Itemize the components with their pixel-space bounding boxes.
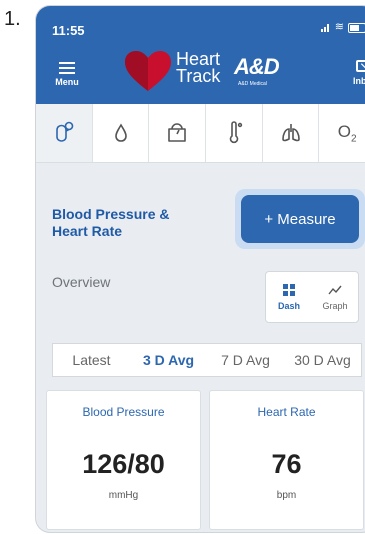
- app-header: 11:55 ≋ Menu Heart Track A&D A&D Medical…: [36, 6, 365, 104]
- logo-line2: Track: [176, 66, 221, 86]
- tab-3-day-avg[interactable]: 3 D Avg: [130, 344, 207, 376]
- partner-subtitle: A&D Medical: [238, 81, 267, 87]
- measurement-type-bar: O2: [36, 104, 365, 163]
- dashboard-icon: [283, 283, 295, 296]
- card-unit: bpm: [276, 490, 297, 501]
- phone-screen: 11:55 ≋ Menu Heart Track A&D A&D Medical…: [36, 6, 365, 532]
- period-tabs: Latest 3 D Avg 7 D Avg 30 D Avg: [52, 343, 362, 377]
- heart-rate-card[interactable]: Heart Rate 76 bpm: [209, 390, 364, 530]
- respiratory-tab[interactable]: [263, 104, 320, 162]
- battery-icon: [348, 22, 365, 33]
- lungs-icon: [281, 124, 300, 142]
- temperature-tab[interactable]: [206, 104, 263, 162]
- water-drop-icon: [114, 123, 127, 142]
- card-unit: mmHg: [108, 490, 139, 501]
- blood-pressure-card[interactable]: Blood Pressure 126/80 mmHg: [46, 390, 201, 530]
- blood-pressure-tab[interactable]: [36, 104, 93, 162]
- tab-30-day-avg[interactable]: 30 D Avg: [284, 344, 361, 376]
- partner-logo: A&D: [234, 54, 280, 79]
- dash-label: Dash: [277, 300, 300, 311]
- o2-icon: O2: [337, 121, 357, 145]
- inbox-button[interactable]: Inbox: [348, 60, 365, 86]
- envelope-icon: [356, 60, 365, 72]
- graph-label: Graph: [322, 300, 348, 311]
- oxygen-tab[interactable]: O2: [319, 104, 365, 162]
- status-icons: ≋: [320, 21, 365, 33]
- measure-button[interactable]: + Measure: [241, 195, 359, 243]
- hamburger-icon: [59, 62, 75, 74]
- view-toggle: Dash Graph: [265, 271, 359, 323]
- tab-latest[interactable]: Latest: [53, 344, 130, 376]
- summary-cards: Blood Pressure 126/80 mmHg Heart Rate 76…: [46, 390, 364, 530]
- measure-button-highlight: + Measure: [235, 189, 365, 249]
- graph-view-button[interactable]: Graph: [312, 272, 358, 322]
- blood-pressure-icon: [56, 121, 74, 142]
- signal-icon: [320, 23, 331, 32]
- inbox-label: Inbox: [353, 76, 365, 86]
- tab-7-day-avg[interactable]: 7 D Avg: [207, 344, 284, 376]
- card-title: Heart Rate: [257, 405, 316, 419]
- menu-button[interactable]: Menu: [52, 59, 82, 87]
- section-title: Blood Pressure & Heart Rate: [52, 206, 170, 239]
- dash-view-button[interactable]: Dash: [266, 272, 312, 322]
- overview-label: Overview: [52, 274, 111, 290]
- app-logo-text: Heart Track: [176, 50, 221, 86]
- weight-tab[interactable]: [149, 104, 207, 162]
- wifi-icon: ≋: [334, 21, 344, 33]
- line-graph-icon: [328, 285, 342, 294]
- card-value: 126/80: [82, 449, 165, 479]
- fluid-tab[interactable]: [93, 104, 150, 162]
- thermometer-icon: [229, 121, 243, 144]
- step-number: 1.: [4, 8, 21, 30]
- menu-label: Menu: [55, 77, 79, 87]
- scale-icon: [168, 123, 186, 142]
- status-time: 11:55: [52, 23, 85, 38]
- card-title: Blood Pressure: [82, 405, 165, 419]
- heart-logo-icon: [125, 51, 171, 91]
- card-value: 76: [271, 449, 302, 479]
